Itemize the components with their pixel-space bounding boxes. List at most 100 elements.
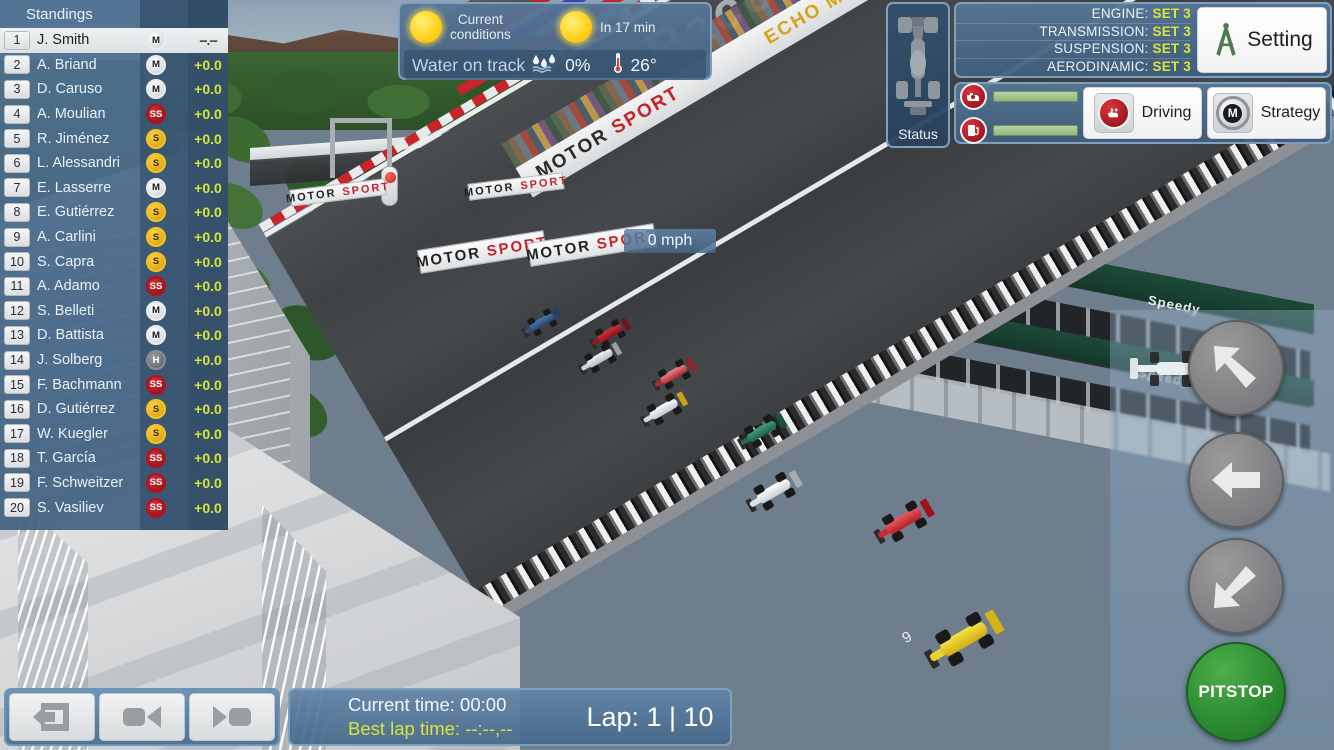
standings-gap: +0.0	[188, 426, 228, 442]
standings-row[interactable]: 18T. GarcíaSS+0.0	[0, 446, 228, 471]
water-value: 0%	[565, 55, 590, 76]
water-on-track-label: Water on track	[412, 55, 525, 76]
standings-driver-name: F. Schweitzer	[37, 475, 141, 491]
standings-row[interactable]: 10S. CapraS+0.0	[0, 249, 228, 274]
standings-position: 5	[4, 129, 30, 148]
tyre-compound-badge: M	[146, 55, 166, 75]
standings-row[interactable]: 4A. MoulianSS+0.0	[0, 102, 228, 127]
standings-row[interactable]: 15F. BachmannSS+0.0	[0, 372, 228, 397]
rewind-icon	[117, 698, 167, 736]
tyre-compound-badge: S	[146, 202, 166, 222]
tyre-compound-badge: S	[146, 252, 166, 272]
standings-driver-name: T. García	[37, 450, 141, 466]
setting-button[interactable]: Setting	[1197, 7, 1327, 73]
gantry-left-post	[330, 118, 335, 178]
tyre-compound-badge: M	[146, 301, 166, 321]
standings-row[interactable]: 11A. AdamoSS+0.0	[0, 274, 228, 299]
game-screen: Speedy Speedy Speedy Speedy Race Master	[0, 0, 1334, 750]
standings-row[interactable]: 7E. LasserreM+0.0	[0, 176, 228, 201]
tyre-compound-badge: S	[146, 227, 166, 247]
standings-position: 13	[4, 326, 30, 345]
engine-power-icon-wrap	[1094, 93, 1134, 133]
timing-panel: Current time: 00:00 Best lap time: --:--…	[288, 688, 732, 746]
setup-row: AERODINAMIC: SET 3	[956, 59, 1191, 76]
standings-gap: +0.0	[188, 180, 228, 196]
standings-row[interactable]: 13 D. Battista M +0.0	[0, 323, 228, 348]
standings-row[interactable]: 20S. VasilievSS+0.0	[0, 495, 228, 520]
standings-row[interactable]: 8E. GutiérrezS+0.0	[0, 200, 228, 225]
standings-row[interactable]: 12S. BelletiM+0.0	[0, 299, 228, 324]
standings-row[interactable]: 16D. GutiérrezS+0.0	[0, 397, 228, 422]
standings-row[interactable]: 9A. CarliniS+0.0	[0, 225, 228, 250]
engine-power-icon	[1098, 97, 1130, 129]
tyre-medium-icon: M	[1216, 96, 1250, 130]
camera-up-left-button[interactable]	[1188, 320, 1284, 416]
driving-button[interactable]: Driving	[1083, 87, 1202, 139]
tyre-compound-badge: S	[146, 153, 166, 173]
standings-list: 1J. SmithM--.--2A. BriandM+0.03D. Caruso…	[0, 28, 228, 520]
standings-position: 10	[4, 252, 30, 271]
tyre-compound-badge: H	[146, 350, 166, 370]
standings-gap: +0.0	[188, 327, 228, 343]
standings-driver-name: S. Capra	[37, 254, 141, 270]
actions-panel: Driving M Strategy	[954, 82, 1332, 144]
timing-texts: Current time: 00:00 Best lap time: --:--…	[290, 693, 570, 741]
standings-gap: +0.0	[188, 278, 228, 294]
sun-icon-forecast	[560, 11, 592, 43]
standings-gap: +0.0	[188, 303, 228, 319]
tyre-compound-badge: SS	[146, 375, 166, 395]
standings-position: 16	[4, 400, 30, 419]
standings-row[interactable]: 6L. AlessandriS+0.0	[0, 151, 228, 176]
standings-driver-name: A. Briand	[37, 57, 141, 73]
standings-gap: --.--	[188, 32, 228, 48]
standings-position: 9	[4, 228, 30, 247]
engine-warning-icon	[960, 83, 987, 110]
setup-label: AERODINAMIC:	[1047, 59, 1148, 74]
setup-label: ENGINE:	[1092, 6, 1149, 21]
standings-driver-name: A. Moulian	[37, 106, 141, 122]
standings-title: Standings	[26, 6, 93, 23]
standings-row[interactable]: 19F. SchweitzerSS+0.0	[0, 471, 228, 496]
standings-driver-name: A. Carlini	[37, 229, 141, 245]
pitstop-button[interactable]: PITSTOP	[1186, 642, 1286, 742]
standings-position: 17	[4, 424, 30, 443]
current-time: Current time: 00:00	[348, 693, 570, 717]
standings-row[interactable]: 17W. KueglerS+0.0	[0, 422, 228, 447]
arrow-up-left-icon	[1206, 338, 1266, 398]
setup-label: TRANSMISSION:	[1039, 24, 1148, 39]
standings-row[interactable]: 14J. SolbergH+0.0	[0, 348, 228, 373]
standings-row[interactable]: 1J. SmithM--.--	[0, 28, 228, 53]
camera-down-left-button[interactable]	[1188, 538, 1284, 634]
tyre-compound-badge: SS	[146, 276, 166, 296]
f1-car-top-icon	[892, 13, 944, 125]
standings-driver-name: D. Battista	[37, 327, 141, 343]
engine-health-bar	[993, 91, 1078, 102]
tyre-compound-badge: S	[146, 129, 166, 149]
exit-button[interactable]	[9, 693, 95, 741]
setup-value: SET 3	[1152, 6, 1191, 21]
setup-row: TRANSMISSION: SET 3	[956, 24, 1191, 42]
tyre-compound-badge: M	[146, 325, 166, 345]
standings-position: 1	[4, 31, 30, 50]
standings-gap: +0.0	[188, 106, 228, 122]
camera-left-button[interactable]	[1188, 432, 1284, 528]
setup-value: SET 3	[1152, 41, 1191, 56]
fast-forward-button[interactable]	[189, 693, 275, 741]
standings-row[interactable]: 5R. JiménezS+0.0	[0, 126, 228, 151]
car-status-panel[interactable]: Status	[886, 2, 950, 148]
current-conditions-label: Current conditions	[450, 12, 511, 42]
standings-driver-name: S. Vasiliev	[37, 500, 141, 516]
setting-label: Setting	[1247, 28, 1312, 52]
strategy-button[interactable]: M Strategy	[1207, 87, 1326, 139]
standings-row[interactable]: 2A. BriandM+0.0	[0, 53, 228, 78]
standings-gap: +0.0	[188, 131, 228, 147]
standings-position: 6	[4, 154, 30, 173]
standings-gap: +0.0	[188, 81, 228, 97]
forecast-label: In 17 min	[600, 20, 656, 35]
tyre-compound-badge: S	[146, 399, 166, 419]
standings-gap: +0.0	[188, 57, 228, 73]
water-droplets-icon	[529, 52, 559, 79]
fuel-level-bar	[993, 125, 1078, 136]
standings-row[interactable]: 3D. CarusoM+0.0	[0, 77, 228, 102]
rewind-button[interactable]	[99, 693, 185, 741]
